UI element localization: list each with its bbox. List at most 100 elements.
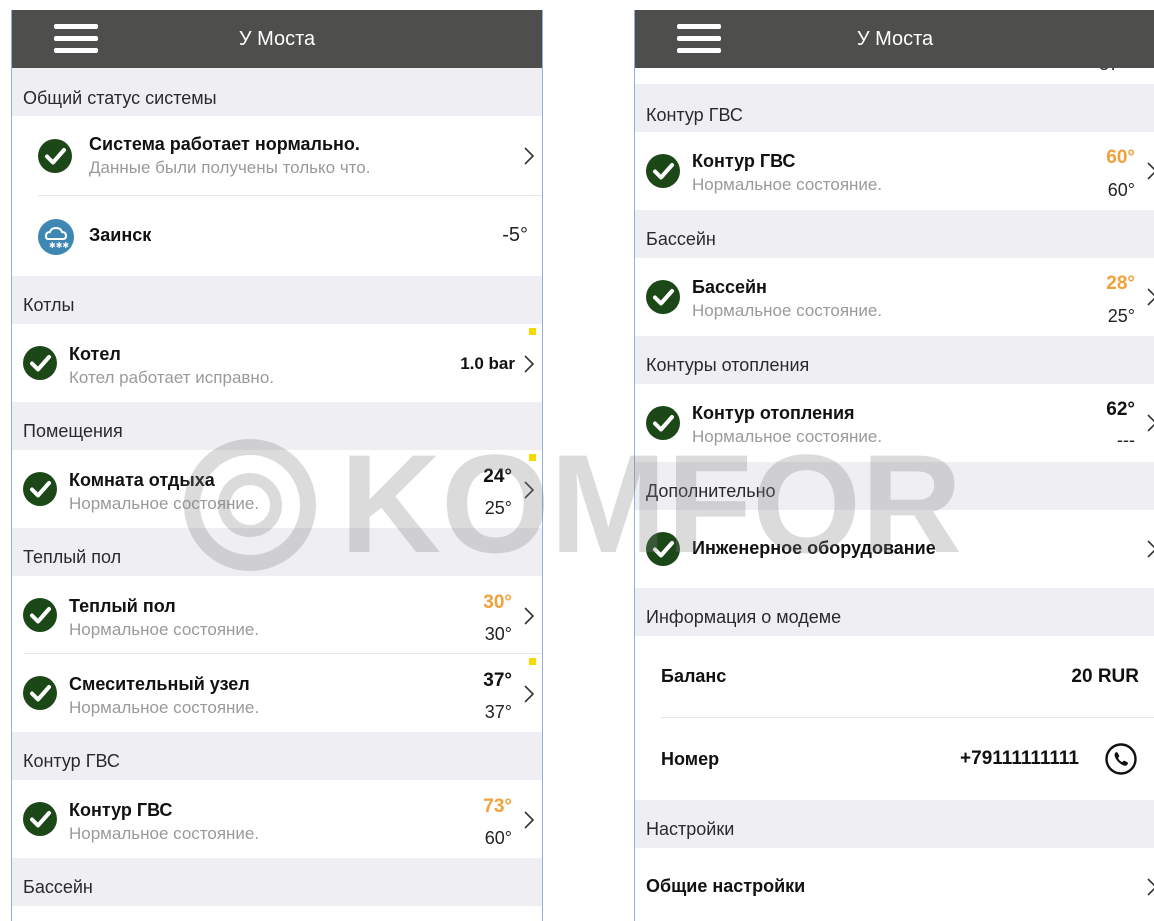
check-icon (646, 154, 680, 188)
number-value: +79111111111 (960, 748, 1079, 769)
chevron-right-icon (524, 685, 534, 703)
dhw-title: Контур ГВС (692, 151, 796, 171)
number-row: Номер +79111111111 (635, 718, 1154, 800)
engineering-title: Инженерное оборудование (692, 538, 936, 558)
pool-row[interactable]: Бассейн Нормальное состояние. 28° 25° (635, 258, 1154, 336)
section-heating: Контуры отопления (635, 336, 1154, 384)
right-screen: У Моста 37 Контур ГВС Контур ГВС Нормаль… (634, 10, 1154, 921)
section-dhw: Контур ГВС (12, 732, 542, 780)
pool-target-temp: 25° (1107, 306, 1135, 326)
chevron-right-icon (524, 355, 534, 373)
svg-text:✱✱✱: ✱✱✱ (49, 241, 69, 250)
floor-title: Теплый пол (69, 596, 176, 616)
engineering-row[interactable]: Инженерное оборудование (635, 510, 1154, 588)
clipped-row: 37 (635, 68, 1154, 84)
section-floor: Теплый пол (12, 528, 542, 576)
chevron-right-icon (524, 607, 534, 625)
snow-cloud-icon: ✱✱✱ (38, 219, 74, 255)
mixer-target-temp: 37° (484, 702, 512, 722)
indicator-dot (529, 658, 536, 665)
chevron-right-icon (1147, 540, 1154, 558)
section-pool: Бассейн (635, 210, 1154, 258)
check-icon (23, 676, 57, 710)
dhw-current-temp: 60° (1106, 147, 1135, 168)
pool-title: Бассейн (692, 277, 767, 297)
chevron-right-icon (1147, 288, 1154, 306)
pool-subtitle: Нормальное состояние. (692, 301, 883, 320)
system-status-title: Система работает нормально. (89, 134, 360, 154)
dhw-current-temp: 73° (483, 796, 512, 817)
mixer-title: Смесительный узел (69, 674, 250, 694)
system-status-row[interactable]: Система работает нормально. Данные были … (12, 116, 542, 196)
check-icon (38, 139, 72, 173)
boiler-subtitle: Котел работает исправно. (69, 368, 274, 387)
check-icon (646, 532, 680, 566)
dhw-row[interactable]: Контур ГВС Нормальное состояние. 60° 60° (635, 132, 1154, 210)
heating-subtitle: Нормальное состояние. (692, 427, 883, 446)
heating-row[interactable]: Контур отопления Нормальное состояние. 6… (635, 384, 1154, 462)
room-subtitle: Нормальное состояние. (69, 494, 260, 513)
balance-value: 20 RUR (1071, 666, 1139, 687)
dhw-subtitle: Нормальное состояние. (692, 175, 883, 194)
balance-row: Баланс 20 RUR (635, 636, 1154, 718)
chevron-right-icon (1147, 162, 1154, 180)
check-icon (23, 346, 57, 380)
dhw-target-temp: 60° (1107, 180, 1135, 200)
floor-row[interactable]: Теплый пол Нормальное состояние. 30° 30° (12, 576, 542, 654)
pool-current-temp: 28° (1106, 273, 1135, 294)
weather-city: Заинск (89, 225, 152, 245)
chevron-right-icon (524, 481, 534, 499)
mixer-row[interactable]: Смесительный узел Нормальное состояние. … (12, 654, 542, 732)
phone-icon[interactable] (1104, 742, 1138, 776)
check-icon (23, 598, 57, 632)
dhw-target-temp: 60° (484, 828, 512, 848)
heating-current-temp: 62° (1106, 399, 1135, 420)
check-icon (646, 280, 680, 314)
indicator-dot (529, 328, 536, 335)
section-dhw: Контур ГВС (635, 84, 1154, 132)
section-modem: Информация о модеме (635, 588, 1154, 636)
chevron-right-icon (1147, 414, 1154, 432)
chevron-right-icon (1147, 878, 1154, 896)
system-status-subtitle: Данные были получены только что. (89, 158, 371, 177)
boiler-title: Котел (69, 344, 121, 364)
weather-row: ✱✱✱ Заинск -5° (12, 196, 542, 276)
nav-title: У Моста (238, 28, 316, 50)
mixer-current-temp: 37° (483, 670, 512, 691)
nav-title: У Моста (856, 28, 934, 50)
floor-subtitle: Нормальное состояние. (69, 620, 260, 639)
room-target-temp: 25° (484, 498, 512, 518)
clipped-value: 37 (1099, 68, 1119, 75)
section-rooms: Помещения (12, 402, 542, 450)
left-screen: У Моста Общий статус системы Система раб… (11, 10, 543, 921)
section-boilers: Котлы (12, 276, 542, 324)
check-icon (646, 406, 680, 440)
mixer-subtitle: Нормальное состояние. (69, 698, 260, 717)
balance-label: Баланс (661, 666, 727, 686)
room-title: Комната отдыха (69, 470, 215, 490)
nav-bar: У Моста (635, 10, 1154, 68)
heating-target-temp: --- (1117, 430, 1135, 450)
room-current-temp: 24° (483, 466, 512, 487)
check-icon (23, 472, 57, 506)
weather-temp: -5° (502, 224, 528, 246)
indicator-dot (529, 454, 536, 461)
floor-current-temp: 30° (483, 592, 512, 613)
dhw-row[interactable]: Контур ГВС Нормальное состояние. 73° 60° (12, 780, 542, 858)
room-row[interactable]: Комната отдыха Нормальное состояние. 24°… (12, 450, 542, 528)
check-icon (23, 802, 57, 836)
boiler-pressure: 1.0 bar (460, 354, 515, 373)
heating-title: Контур отопления (692, 403, 855, 423)
floor-target-temp: 30° (484, 624, 512, 644)
boiler-row[interactable]: Котел Котел работает исправно. 1.0 bar (12, 324, 542, 402)
chevron-right-icon (524, 811, 534, 829)
section-settings: Настройки (635, 800, 1154, 848)
chevron-right-icon (524, 147, 534, 165)
dhw-title: Контур ГВС (69, 800, 173, 820)
section-pool: Бассейн (12, 858, 542, 906)
number-label: Номер (661, 749, 720, 769)
general-settings-row[interactable]: Общие настройки (635, 848, 1154, 921)
general-settings-label: Общие настройки (646, 876, 806, 896)
dhw-subtitle: Нормальное состояние. (69, 824, 260, 843)
section-extra: Дополнительно (635, 462, 1154, 510)
